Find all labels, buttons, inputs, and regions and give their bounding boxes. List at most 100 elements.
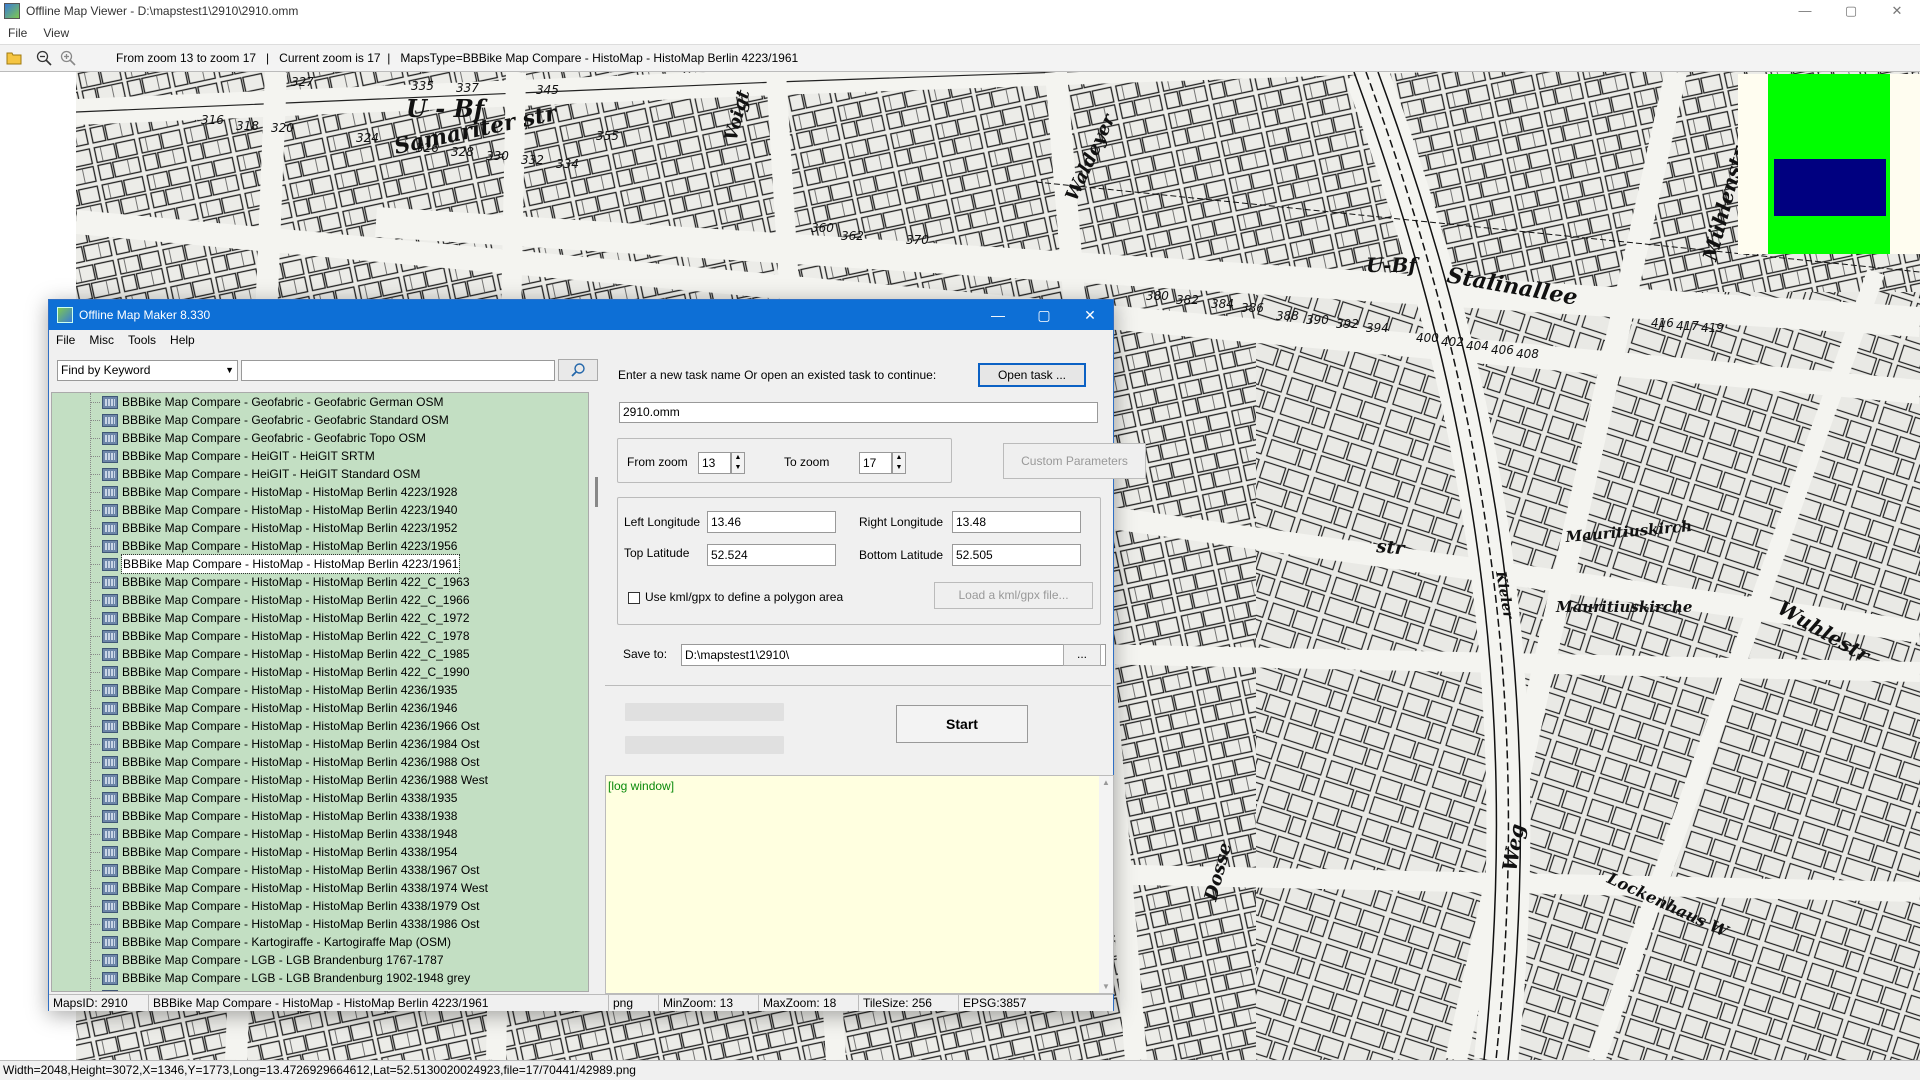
coordinates-group: Left Longitude 13.46 Right Longitude 13.…: [617, 497, 1101, 625]
tree-item[interactable]: BBBike Map Compare - HistoMap - HistoMap…: [52, 501, 588, 519]
open-task-button[interactable]: Open task ...: [978, 363, 1086, 387]
maker-menu-file[interactable]: File: [49, 333, 82, 347]
tree-item[interactable]: BBBike Map Compare - Kartogiraffe - Kart…: [52, 933, 588, 951]
tree-item[interactable]: BBBike Map Compare - HistoMap - HistoMap…: [52, 645, 588, 663]
from-zoom-input[interactable]: 13: [698, 452, 731, 474]
maker-menu-misc[interactable]: Misc: [82, 333, 121, 347]
bottom-latitude-input[interactable]: 52.505: [952, 544, 1081, 566]
tree-item[interactable]: BBBike Map Compare - HistoMap - HistoMap…: [52, 627, 588, 645]
tree-item[interactable]: BBBike Map Compare - HistoMap - HistoMap…: [52, 519, 588, 537]
find-mode-select[interactable]: Find by Keyword ▼: [57, 359, 238, 381]
tree-item[interactable]: BBBike Map Compare - HistoMap - HistoMap…: [52, 897, 588, 915]
tree-item[interactable]: BBBike Map Compare - HistoMap - HistoMap…: [52, 573, 588, 591]
map-number: 320: [271, 121, 294, 135]
map-type-tree[interactable]: BBBike Map Compare - Geofabric - Geofabr…: [51, 392, 589, 992]
right-longitude-input[interactable]: 13.48: [952, 511, 1081, 533]
tree-item[interactable]: BBBike Map Compare - HistoMap - HistoMap…: [52, 663, 588, 681]
scroll-down-icon[interactable]: ▼: [1102, 982, 1110, 991]
tree-item[interactable]: BBBike Map Compare - HistoMap - HistoMap…: [52, 591, 588, 609]
kml-checkbox[interactable]: [628, 592, 640, 604]
tree-item[interactable]: BBBike Map Compare - HistoMap - HistoMap…: [52, 807, 588, 825]
top-latitude-input[interactable]: 52.524: [707, 544, 836, 566]
map-number: 335: [411, 79, 434, 93]
tree-item[interactable]: BBBike Map Compare - HistoMap - HistoMap…: [52, 717, 588, 735]
maker-menu-help[interactable]: Help: [163, 333, 202, 347]
log-scrollbar[interactable]: ▲ ▼: [1099, 776, 1113, 993]
tree-item[interactable]: BBBike Map Compare - HeiGIT - HeiGIT SRT…: [52, 447, 588, 465]
close-button[interactable]: ✕: [1874, 0, 1920, 22]
tree-item[interactable]: BBBike Map Compare - HistoMap - HistoMap…: [52, 771, 588, 789]
search-button[interactable]: [558, 359, 598, 381]
zoom-in-icon[interactable]: [58, 48, 78, 68]
tree-connector: [90, 474, 100, 475]
map-tile-icon: [102, 899, 118, 913]
tree-item[interactable]: BBBike Map Compare - HistoMap - HistoMap…: [52, 537, 588, 555]
scroll-up-icon[interactable]: ▲: [1102, 778, 1110, 787]
map-number: 330: [486, 149, 509, 163]
tree-item[interactable]: BBBike Map Compare - HistoMap - HistoMap…: [52, 789, 588, 807]
tree-item[interactable]: BBBike Map Compare - Geofabric - Geofabr…: [52, 411, 588, 429]
tree-item[interactable]: BBBike Map Compare - HistoMap - HistoMap…: [52, 915, 588, 933]
tree-item[interactable]: BBBike Map Compare - Geofabric - Geofabr…: [52, 393, 588, 411]
tree-item[interactable]: BBBike Map Compare - LGB - LGB Brandenbu…: [52, 987, 588, 991]
tree-item[interactable]: BBBike Map Compare - HistoMap - HistoMap…: [52, 699, 588, 717]
maker-minimize-button[interactable]: —: [975, 300, 1021, 330]
tree-connector: [90, 402, 100, 403]
tree-item[interactable]: BBBike Map Compare - HistoMap - HistoMap…: [52, 861, 588, 879]
tree-item[interactable]: BBBike Map Compare - HistoMap - HistoMap…: [52, 879, 588, 897]
browse-button[interactable]: ...: [1063, 644, 1101, 666]
maker-maximize-button[interactable]: ▢: [1021, 300, 1067, 330]
minimap[interactable]: [1738, 74, 1920, 254]
tree-item[interactable]: BBBike Map Compare - HistoMap - HistoMap…: [52, 681, 588, 699]
tree-item[interactable]: BBBike Map Compare - HistoMap - HistoMap…: [52, 753, 588, 771]
progress-bar-total: [625, 703, 784, 721]
tree-scrollbar[interactable]: [591, 392, 603, 992]
tree-item[interactable]: BBBike Map Compare - HistoMap - HistoMap…: [52, 825, 588, 843]
save-path-input[interactable]: D:\mapstest1\2910\: [681, 644, 1106, 666]
tree-scroll-thumb[interactable]: [595, 477, 598, 507]
tree-item-label: BBBike Map Compare - HistoMap - HistoMap…: [122, 809, 458, 823]
tree-item[interactable]: BBBike Map Compare - HistoMap - HistoMap…: [52, 609, 588, 627]
tree-item[interactable]: BBBike Map Compare - HistoMap - HistoMap…: [52, 554, 588, 574]
maker-close-button[interactable]: ✕: [1067, 300, 1113, 330]
minimize-button[interactable]: —: [1782, 0, 1828, 22]
map-number: 360: [811, 221, 834, 235]
tree-item[interactable]: BBBike Map Compare - HistoMap - HistoMap…: [52, 735, 588, 753]
start-button[interactable]: Start: [896, 705, 1028, 743]
zoom-out-icon[interactable]: [34, 48, 54, 68]
left-longitude-input[interactable]: 13.46: [707, 511, 836, 533]
maker-menu-tools[interactable]: Tools: [121, 333, 163, 347]
maker-status-bar: MapsID: 2910 BBBike Map Compare - HistoM…: [49, 994, 1113, 1011]
open-folder-icon[interactable]: [4, 48, 24, 68]
minimap-viewport[interactable]: [1774, 159, 1886, 216]
search-input[interactable]: [241, 359, 555, 381]
menu-file[interactable]: File: [0, 26, 35, 40]
to-zoom-spinner[interactable]: ▲ ▼: [892, 452, 906, 474]
from-zoom-spinner[interactable]: ▲ ▼: [731, 452, 745, 474]
menu-view[interactable]: View: [35, 26, 77, 40]
tree-item[interactable]: BBBike Map Compare - HeiGIT - HeiGIT Sta…: [52, 465, 588, 483]
tree-connector: [90, 708, 100, 709]
load-kml-button[interactable]: Load a kml/gpx file...: [934, 582, 1093, 609]
tree-item[interactable]: BBBike Map Compare - LGB - LGB Brandenbu…: [52, 969, 588, 987]
tree-item-label: BBBike Map Compare - HistoMap - HistoMap…: [122, 503, 458, 517]
maximize-button[interactable]: ▢: [1828, 0, 1874, 22]
log-window[interactable]: [log window] ▲ ▼: [605, 775, 1114, 994]
tree-item[interactable]: BBBike Map Compare - Geofabric - Geofabr…: [52, 429, 588, 447]
app-icon: [4, 3, 20, 19]
map-tile-icon: [102, 881, 118, 895]
task-name-input[interactable]: 2910.omm: [619, 402, 1098, 423]
status-maps-id: MapsID: 2910: [49, 995, 149, 1011]
map-tile-icon: [102, 701, 118, 715]
tree-item[interactable]: BBBike Map Compare - HistoMap - HistoMap…: [52, 483, 588, 501]
tree-item-label: BBBike Map Compare - HistoMap - HistoMap…: [122, 737, 480, 751]
to-zoom-input[interactable]: 17: [859, 452, 892, 474]
tree-item[interactable]: BBBike Map Compare - LGB - LGB Brandenbu…: [52, 951, 588, 969]
map-tile-icon: [102, 575, 118, 589]
maker-app-icon: [57, 307, 73, 323]
custom-parameters-button[interactable]: Custom Parameters: [1003, 443, 1146, 479]
tree-item[interactable]: BBBike Map Compare - HistoMap - HistoMap…: [52, 843, 588, 861]
tree-connector: [90, 960, 100, 961]
tree-connector: [90, 744, 100, 745]
maker-titlebar[interactable]: Offline Map Maker 8.330 — ▢ ✕: [49, 300, 1113, 330]
